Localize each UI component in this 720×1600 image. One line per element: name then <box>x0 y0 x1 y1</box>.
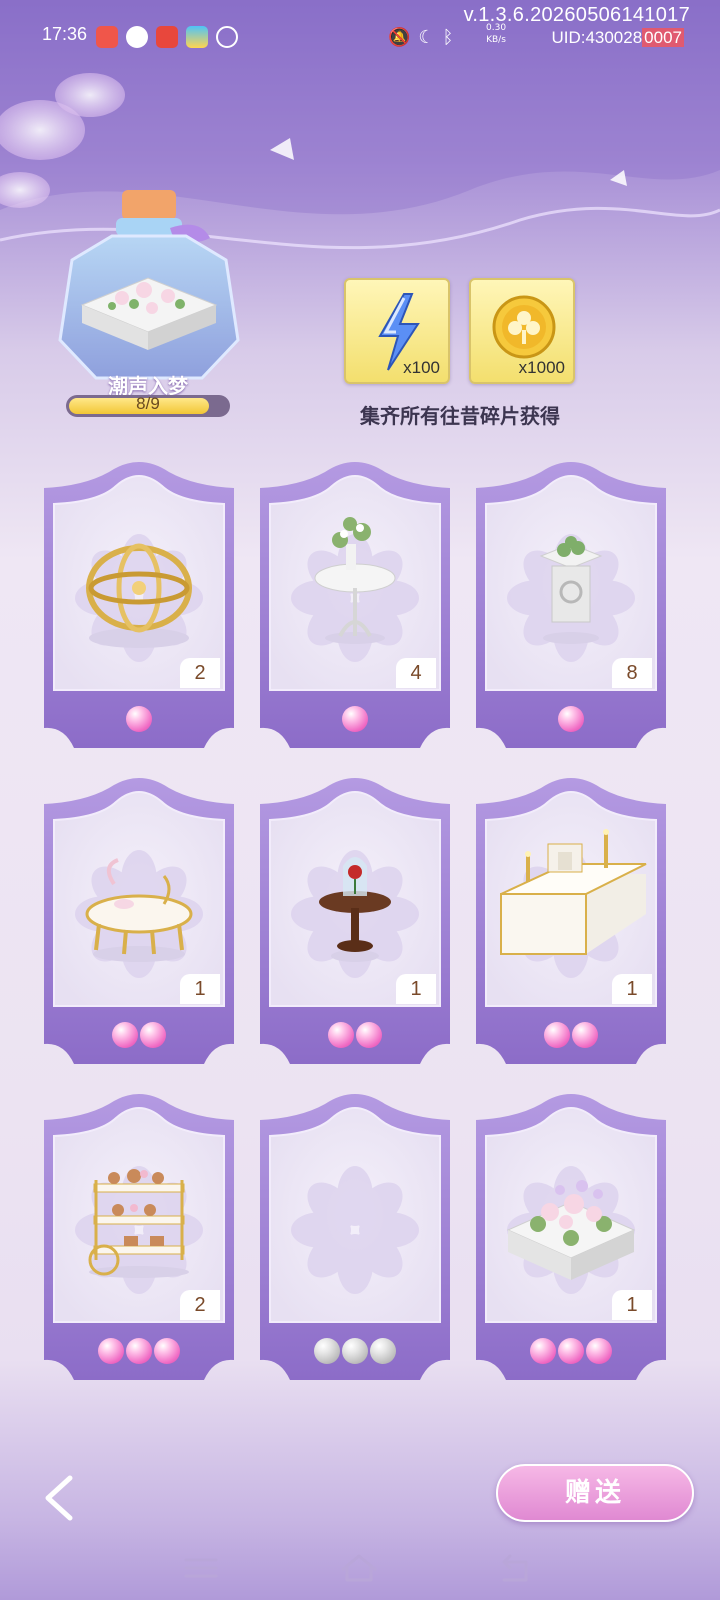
rarity-gem-icon <box>328 1022 354 1048</box>
reward-count: x100 <box>403 358 440 377</box>
chat-icon <box>126 26 148 48</box>
fragment-count: 1 <box>612 1290 652 1320</box>
rarity-gem-icon <box>154 1338 180 1364</box>
moon-icon: ☾ <box>418 27 435 48</box>
gift-button[interactable]: 赠送 <box>496 1464 694 1522</box>
uid-text: UID:430028 0007 <box>551 28 684 47</box>
fragment-count: 1 <box>396 974 436 1004</box>
rarity-gem-icon <box>126 1338 152 1364</box>
rarity-gems <box>476 1338 666 1364</box>
rarity-gem-icon <box>98 1338 124 1364</box>
fragment-count: 8 <box>612 658 652 688</box>
fragment-card[interactable]: 2 <box>44 458 234 748</box>
reward-count: x1000 <box>518 358 565 377</box>
card-frame <box>476 778 666 1064</box>
fragment-count: 4 <box>396 658 436 688</box>
fragment-card[interactable]: 2 <box>44 1090 234 1380</box>
card-frame <box>260 778 450 1064</box>
rarity-gem-icon <box>314 1338 340 1364</box>
rarity-gem-icon <box>558 1338 584 1364</box>
fragment-card[interactable] <box>260 1090 450 1380</box>
back-arrow-icon[interactable] <box>32 1466 92 1526</box>
reward-description: 集齐所有往昔碎片获得 <box>360 404 560 428</box>
fragment-card[interactable]: 1 <box>260 774 450 1064</box>
card-frame <box>476 1094 666 1380</box>
app-icon <box>156 26 178 48</box>
rarity-gem-icon <box>342 1338 368 1364</box>
fragment-card[interactable]: 8 <box>476 458 666 748</box>
cloud-icon <box>216 26 238 48</box>
fragment-count: 2 <box>180 1290 220 1320</box>
rarity-gem-icon <box>356 1022 382 1048</box>
rarity-gem-icon <box>140 1022 166 1048</box>
rarity-gem-icon <box>112 1022 138 1048</box>
rarity-gem-icon <box>530 1338 556 1364</box>
rarity-gems <box>260 1338 450 1364</box>
menu-icon[interactable] <box>176 1548 226 1588</box>
fragment-count: 1 <box>612 974 652 1004</box>
rarity-gem-icon <box>342 706 368 732</box>
card-frame <box>260 462 450 748</box>
card-frame <box>44 462 234 748</box>
rarity-gems <box>476 1022 666 1048</box>
version-text: v.1.3.6.20260506141017 <box>463 4 690 26</box>
card-frame <box>44 778 234 1064</box>
rarity-gem-icon <box>586 1338 612 1364</box>
fragment-card[interactable]: 1 <box>476 774 666 1064</box>
back-nav-icon[interactable] <box>490 1548 540 1588</box>
home-icon[interactable] <box>334 1548 384 1588</box>
app-icon <box>186 26 208 48</box>
rarity-gem-icon <box>544 1022 570 1048</box>
mute-icon: 🔕 <box>388 27 411 48</box>
app-icon <box>96 26 118 48</box>
rarity-gems <box>260 1022 450 1048</box>
reward-energy[interactable]: x100 <box>344 278 450 384</box>
rarity-gems <box>476 706 666 732</box>
reward-coins[interactable]: x1000 <box>469 278 575 384</box>
system-icons: 🔕 ☾ ᛒ <box>388 27 453 48</box>
fragment-card[interactable]: 1 <box>44 774 234 1064</box>
card-frame <box>260 1094 450 1380</box>
collection-progress-text: 8/9 <box>136 394 160 413</box>
card-frame <box>44 1094 234 1380</box>
fragment-count: 2 <box>180 658 220 688</box>
rarity-gems <box>44 1338 234 1364</box>
status-bar: 17:36 🔕 ☾ ᛒ 0.30 KB/s v.1.3.6.2026050614… <box>0 0 720 80</box>
rarity-gems <box>44 706 234 732</box>
fragment-card[interactable]: 4 <box>260 458 450 748</box>
rarity-gem-icon <box>558 706 584 732</box>
rarity-gems <box>260 706 450 732</box>
status-time: 17:36 <box>42 24 88 44</box>
notification-icons <box>96 26 238 48</box>
card-frame <box>476 462 666 748</box>
rarity-gem-icon <box>572 1022 598 1048</box>
bluetooth-icon: ᛒ <box>442 27 454 48</box>
rarity-gem-icon <box>370 1338 396 1364</box>
system-navbar <box>0 1540 720 1600</box>
fragment-count: 1 <box>180 974 220 1004</box>
rarity-gem-icon <box>126 706 152 732</box>
rarity-gems <box>44 1022 234 1048</box>
fragment-card[interactable]: 1 <box>476 1090 666 1380</box>
